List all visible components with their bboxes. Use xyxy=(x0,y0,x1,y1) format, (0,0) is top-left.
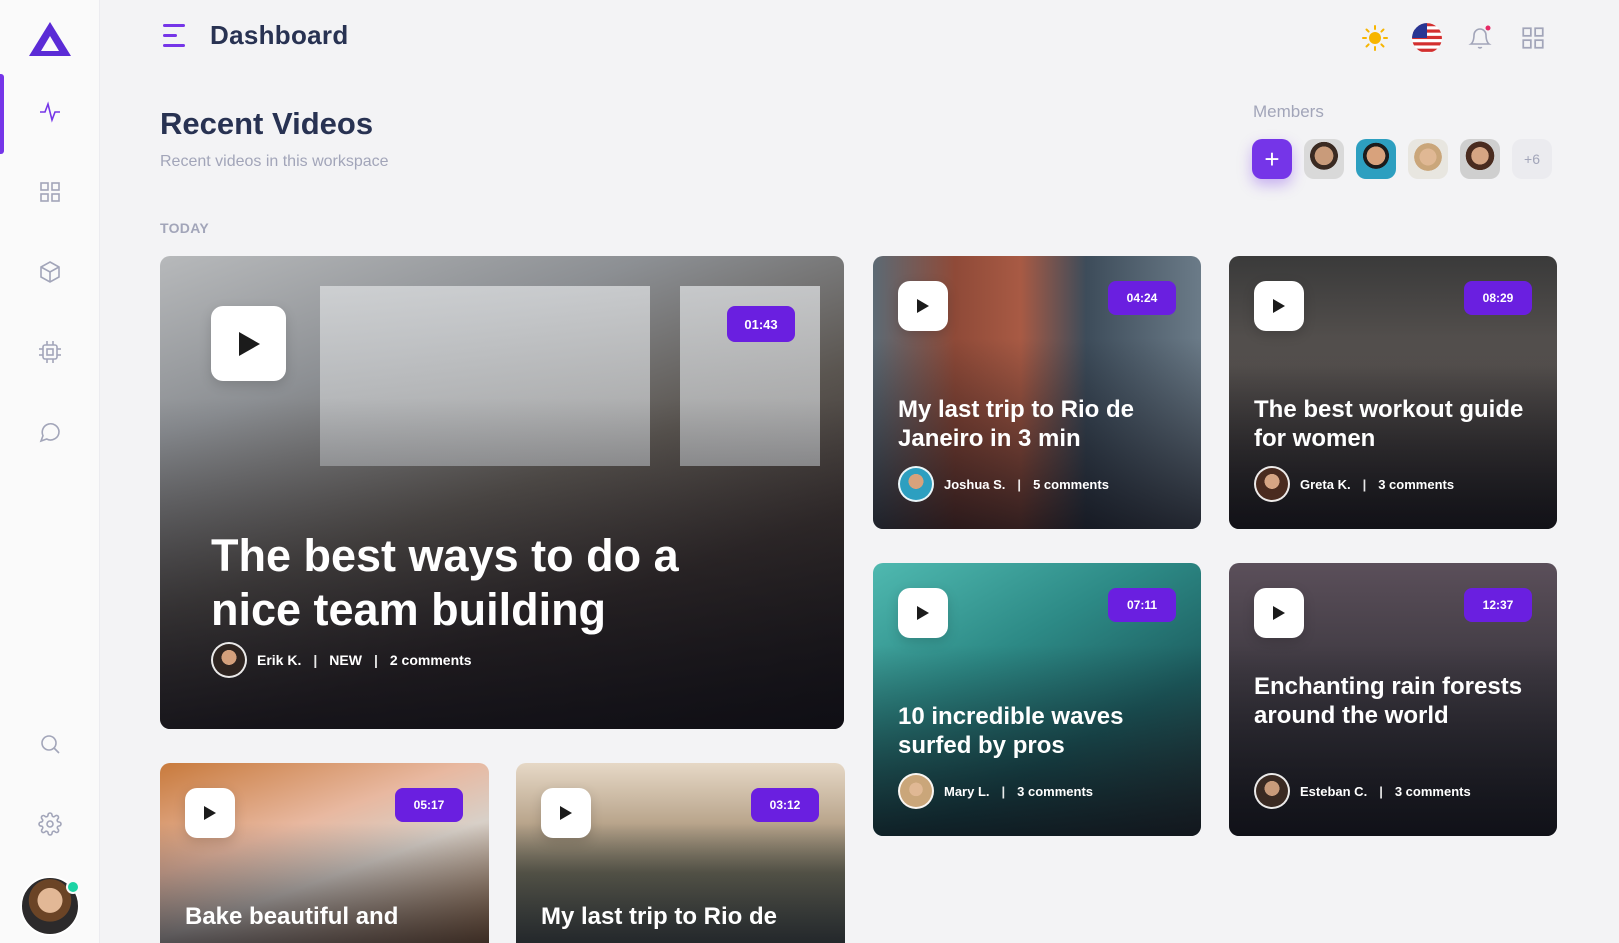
duration-badge: 04:24 xyxy=(1108,281,1176,315)
video-title[interactable]: 10 incredible waves surfed by pros xyxy=(898,703,1178,761)
sidebar-item-messages[interactable] xyxy=(0,402,100,462)
search-icon xyxy=(41,735,60,754)
sidebar-item-activity[interactable] xyxy=(0,74,100,154)
video-title[interactable]: The best ways to do a nice team building xyxy=(211,529,771,637)
duration-badge: 12:37 xyxy=(1464,588,1532,622)
duration-badge: 05:17 xyxy=(395,788,463,822)
play-icon xyxy=(917,606,929,620)
comment-count[interactable]: 3 comments xyxy=(1017,784,1093,799)
video-card[interactable]: 07:11 10 incredible waves surfed by pros… xyxy=(873,563,1201,836)
author-avatar xyxy=(898,773,934,809)
page-title: Dashboard xyxy=(210,20,349,50)
duration-badge: 01:43 xyxy=(727,306,795,342)
video-tag: NEW xyxy=(329,652,362,668)
duration-badge: 08:29 xyxy=(1464,281,1532,315)
us-flag-icon xyxy=(1412,23,1442,53)
author-avatar xyxy=(898,466,934,502)
play-button[interactable] xyxy=(541,788,591,838)
gear-icon xyxy=(38,812,62,836)
member-avatar[interactable] xyxy=(1408,139,1448,179)
video-title[interactable]: The best workout guide for women xyxy=(1254,396,1534,454)
video-title[interactable]: My last trip to Rio de xyxy=(541,903,821,932)
member-avatar[interactable] xyxy=(1356,139,1396,179)
author-name: Greta K. xyxy=(1300,476,1351,492)
section-title: Recent Videos xyxy=(160,106,374,141)
author-name: Erik K. xyxy=(257,652,302,668)
author-name: Mary L. xyxy=(944,783,990,799)
duration-badge: 03:12 xyxy=(751,788,819,822)
author-name: Esteban C. xyxy=(1300,783,1368,799)
video-meta: Mary L. | 3 comments xyxy=(898,773,1093,809)
video-card[interactable]: 04:24 My last trip to Rio de Janeiro in … xyxy=(873,256,1201,529)
author-avatar xyxy=(1254,466,1290,502)
bell-icon xyxy=(1468,25,1492,49)
activity-icon xyxy=(40,101,60,123)
play-icon xyxy=(204,806,216,820)
message-icon xyxy=(39,423,60,443)
section-subtitle: Recent videos in this workspace xyxy=(160,153,389,170)
sidebar xyxy=(0,0,100,943)
grid-icon xyxy=(1522,27,1544,49)
author-avatar xyxy=(211,642,247,678)
online-status-dot xyxy=(66,880,80,894)
play-icon xyxy=(560,806,572,820)
duration-badge: 07:11 xyxy=(1108,588,1176,622)
group-label: TODAY xyxy=(160,220,209,236)
video-title[interactable]: Enchanting rain forests around the world xyxy=(1254,673,1534,731)
video-title[interactable]: My last trip to Rio de Janeiro in 3 min xyxy=(898,396,1178,454)
menu-toggle-icon[interactable] xyxy=(163,24,189,48)
sidebar-item-box[interactable] xyxy=(0,242,100,302)
comment-count[interactable]: 2 comments xyxy=(390,652,472,668)
comment-count[interactable]: 5 comments xyxy=(1033,477,1109,492)
play-icon xyxy=(238,331,260,356)
play-button[interactable] xyxy=(898,588,948,638)
play-button[interactable] xyxy=(211,306,286,381)
notifications-button[interactable] xyxy=(1460,20,1500,56)
play-button[interactable] xyxy=(1254,588,1304,638)
add-member-button[interactable]: + xyxy=(1252,139,1292,179)
play-button[interactable] xyxy=(1254,281,1304,331)
comment-count[interactable]: 3 comments xyxy=(1378,477,1454,492)
video-card[interactable]: 08:29 The best workout guide for women G… xyxy=(1229,256,1557,529)
sidebar-item-settings[interactable] xyxy=(0,794,100,854)
play-icon xyxy=(1273,299,1285,313)
video-card[interactable]: 03:12 My last trip to Rio de xyxy=(516,763,845,943)
sidebar-item-search[interactable] xyxy=(0,714,100,774)
apps-button[interactable] xyxy=(1513,20,1553,56)
author-avatar xyxy=(1254,773,1290,809)
play-icon xyxy=(1273,606,1285,620)
sidebar-item-cpu[interactable] xyxy=(0,322,100,382)
video-meta: Joshua S. | 5 comments xyxy=(898,466,1109,502)
video-card[interactable]: 12:37 Enchanting rain forests around the… xyxy=(1229,563,1557,836)
author-name: Joshua S. xyxy=(944,476,1006,492)
video-card[interactable]: 05:17 Bake beautiful and xyxy=(160,763,489,943)
theme-toggle-button[interactable] xyxy=(1355,20,1395,56)
comment-count[interactable]: 3 comments xyxy=(1395,784,1471,799)
member-avatar[interactable] xyxy=(1304,139,1344,179)
user-avatar[interactable] xyxy=(20,876,80,936)
play-button[interactable] xyxy=(898,281,948,331)
play-button[interactable] xyxy=(185,788,235,838)
video-meta: Greta K. | 3 comments xyxy=(1254,466,1454,502)
grid-icon xyxy=(40,182,60,202)
box-icon xyxy=(40,261,60,283)
members-label: Members xyxy=(1253,102,1324,121)
video-card-featured[interactable]: 01:43 The best ways to do a nice team bu… xyxy=(160,256,844,729)
video-meta: Erik K. | NEW | 2 comments xyxy=(211,642,472,678)
sun-icon xyxy=(1362,25,1388,51)
more-members-button[interactable]: +6 xyxy=(1512,139,1552,179)
play-icon xyxy=(917,299,929,313)
video-meta: Esteban C. | 3 comments xyxy=(1254,773,1471,809)
cpu-icon xyxy=(39,341,61,363)
sidebar-item-grid[interactable] xyxy=(0,162,100,222)
video-title[interactable]: Bake beautiful and xyxy=(185,903,465,932)
member-avatar[interactable] xyxy=(1460,139,1500,179)
language-button[interactable] xyxy=(1407,20,1447,56)
app-logo[interactable] xyxy=(28,20,72,58)
